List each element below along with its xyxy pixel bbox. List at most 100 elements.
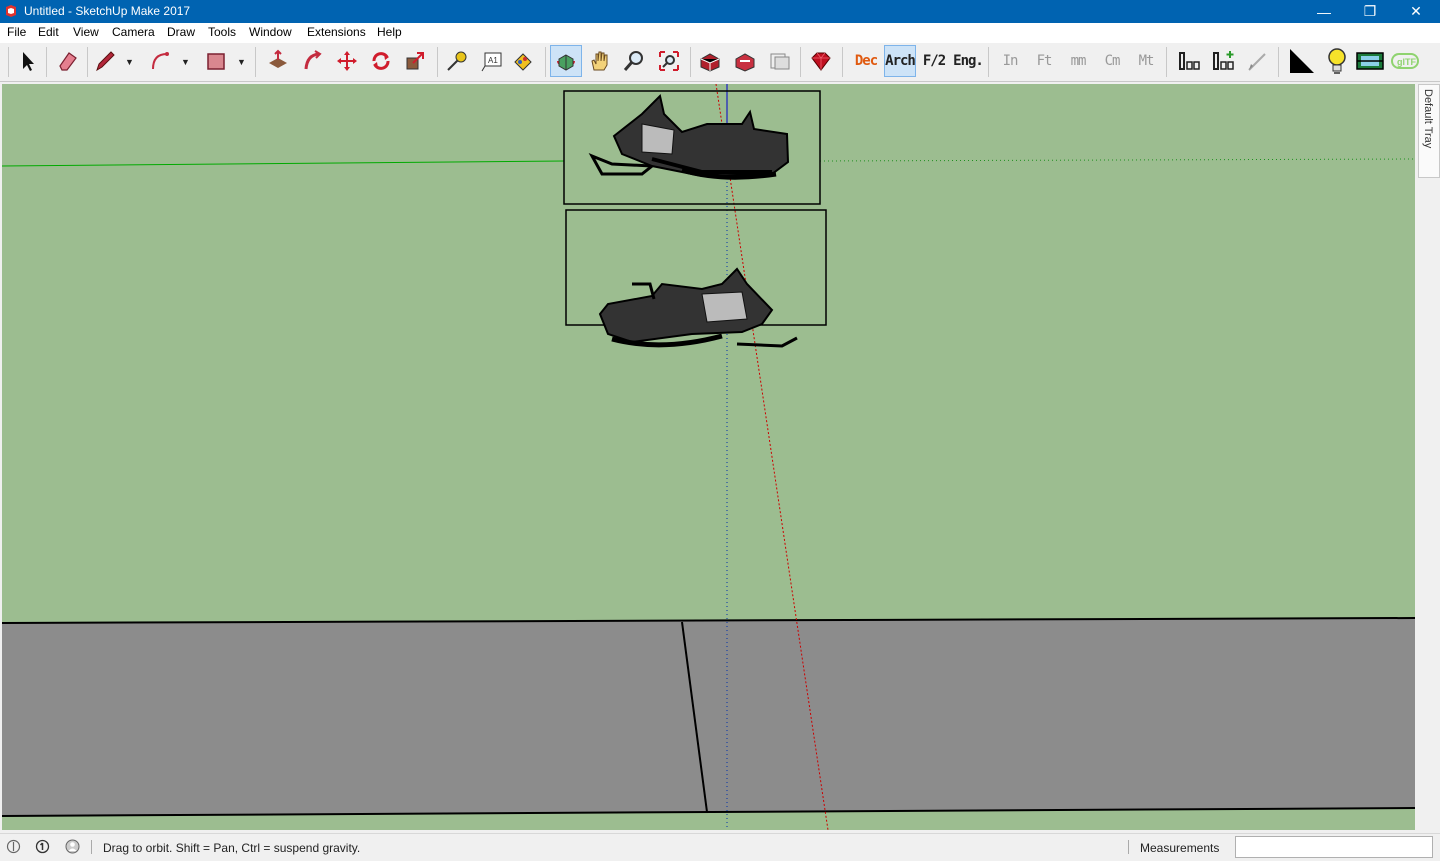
status-separator: [91, 840, 92, 854]
measurements-label: Measurements: [1140, 841, 1220, 855]
gltf-export-button[interactable]: glTF: [1389, 45, 1421, 77]
menu-help[interactable]: Help: [377, 25, 402, 39]
toolbar-separator: [545, 47, 546, 77]
menu-edit[interactable]: Edit: [38, 25, 59, 39]
unit-cm-button[interactable]: Cm: [1096, 45, 1128, 77]
unit-in-button[interactable]: In: [994, 45, 1026, 77]
warehouse-icon: [700, 53, 720, 72]
measurements-input[interactable]: [1235, 836, 1433, 858]
eraser-tool-button[interactable]: [52, 45, 84, 77]
unit-dec-button[interactable]: Dec: [850, 45, 882, 77]
menu-draw[interactable]: Draw: [167, 25, 195, 39]
paint-bucket-icon: [514, 53, 532, 71]
unit-arch-label: Arch: [885, 53, 916, 69]
unit-fraction-button[interactable]: F/2: [918, 45, 950, 77]
section-icon: [1356, 52, 1384, 70]
section-button[interactable]: [1354, 45, 1386, 77]
follow-me-icon: [304, 50, 322, 70]
pencil-icon: [96, 51, 115, 72]
chevron-down-icon[interactable]: ▼: [181, 57, 190, 67]
extension-warehouse-button[interactable]: [729, 45, 761, 77]
toolbar-separator: [1278, 47, 1279, 77]
pan-tool-button[interactable]: [584, 45, 616, 77]
minimize-button[interactable]: —: [1301, 0, 1347, 23]
model-viewport[interactable]: [2, 84, 1415, 830]
status-separator: [1128, 840, 1129, 854]
menu-file[interactable]: File: [7, 25, 26, 39]
gltf-icon: glTF: [1391, 53, 1419, 69]
unit-arch-button[interactable]: Arch: [884, 45, 916, 77]
pencil-tool-button[interactable]: [89, 45, 121, 77]
tape-measure-tool-button[interactable]: [441, 45, 473, 77]
lightbulb-button[interactable]: [1321, 45, 1353, 77]
follow-me-tool-button[interactable]: [297, 45, 329, 77]
pen-icon: [1248, 53, 1266, 71]
toolbar-separator: [1166, 47, 1167, 77]
menu-camera[interactable]: Camera: [112, 25, 155, 39]
pan-icon: [591, 51, 608, 71]
chevron-down-icon[interactable]: ▼: [237, 57, 246, 67]
orbit-tool-button[interactable]: [550, 45, 582, 77]
unit-cm-label: Cm: [1104, 53, 1121, 69]
move-icon: [337, 51, 357, 71]
ruby-console-button[interactable]: [805, 45, 837, 77]
unit-dec-label: Dec: [854, 53, 878, 69]
menu-extensions[interactable]: Extensions: [307, 25, 366, 39]
arc-tool-button[interactable]: [145, 45, 177, 77]
zoom-tool-button[interactable]: [618, 45, 650, 77]
text-tool-button[interactable]: A1: [476, 45, 508, 77]
paint-bucket-tool-button[interactable]: [507, 45, 539, 77]
credits-icon[interactable]: [35, 839, 50, 854]
tape-measure-icon: [447, 51, 467, 71]
toolbar-separator: [255, 47, 256, 77]
default-tray-tab[interactable]: Default Tray: [1418, 84, 1440, 178]
tray-label: Default Tray: [1422, 89, 1434, 149]
toolbar-separator: [690, 47, 691, 77]
rotate-icon: [372, 52, 390, 70]
dimension-icon: [1179, 52, 1200, 70]
rotate-tool-button[interactable]: [365, 45, 397, 77]
layout-button[interactable]: [763, 45, 795, 77]
user-account-icon[interactable]: [65, 839, 80, 854]
arc-icon: [152, 52, 169, 70]
dimension-button[interactable]: [1173, 45, 1205, 77]
toolbar-separator: [46, 47, 47, 77]
select-icon: [23, 52, 34, 71]
main-toolbar: ▼ ▼ ▼ A1 Dec Arch F/2 Eng. In Ft mm Cm M…: [0, 43, 1440, 82]
shape-tool-button[interactable]: [200, 45, 232, 77]
orbit-icon: [557, 54, 575, 71]
warehouse-button[interactable]: [694, 45, 726, 77]
scale-tool-button[interactable]: [399, 45, 431, 77]
menu-window[interactable]: Window: [249, 25, 292, 39]
unit-mt-button[interactable]: Mt: [1130, 45, 1162, 77]
restore-button[interactable]: ❐: [1347, 0, 1393, 23]
chevron-down-icon[interactable]: ▼: [125, 57, 134, 67]
toolbar-separator: [800, 47, 801, 77]
ground-plane: [2, 618, 1415, 816]
scale-icon: [406, 52, 424, 70]
toolbar-grip: [8, 47, 9, 77]
unit-mm-label: mm: [1070, 53, 1087, 69]
geo-location-icon[interactable]: [6, 839, 21, 854]
zoom-extents-tool-button[interactable]: [653, 45, 685, 77]
push-pull-tool-button[interactable]: [262, 45, 294, 77]
unit-mt-label: Mt: [1138, 53, 1155, 69]
triangle-button[interactable]: [1286, 45, 1318, 77]
close-button[interactable]: ✕: [1393, 0, 1439, 23]
unit-in-label: In: [1002, 53, 1019, 69]
window-title: Untitled - SketchUp Make 2017: [24, 4, 191, 18]
unit-eng-button[interactable]: Eng.: [952, 45, 984, 77]
push-pull-icon: [269, 49, 287, 68]
menu-view[interactable]: View: [73, 25, 99, 39]
svg-text:glTF: glTF: [1397, 57, 1416, 67]
add-dimension-button[interactable]: [1207, 45, 1239, 77]
move-tool-button[interactable]: [331, 45, 363, 77]
restore-icon: ❐: [1363, 3, 1377, 19]
select-tool-button[interactable]: [11, 45, 43, 77]
layout-icon: [770, 53, 790, 70]
unit-mm-button[interactable]: mm: [1062, 45, 1094, 77]
menu-tools[interactable]: Tools: [208, 25, 236, 39]
unit-ft-button[interactable]: Ft: [1028, 45, 1060, 77]
triangle-icon: [1290, 49, 1314, 73]
pen-button[interactable]: [1241, 45, 1273, 77]
